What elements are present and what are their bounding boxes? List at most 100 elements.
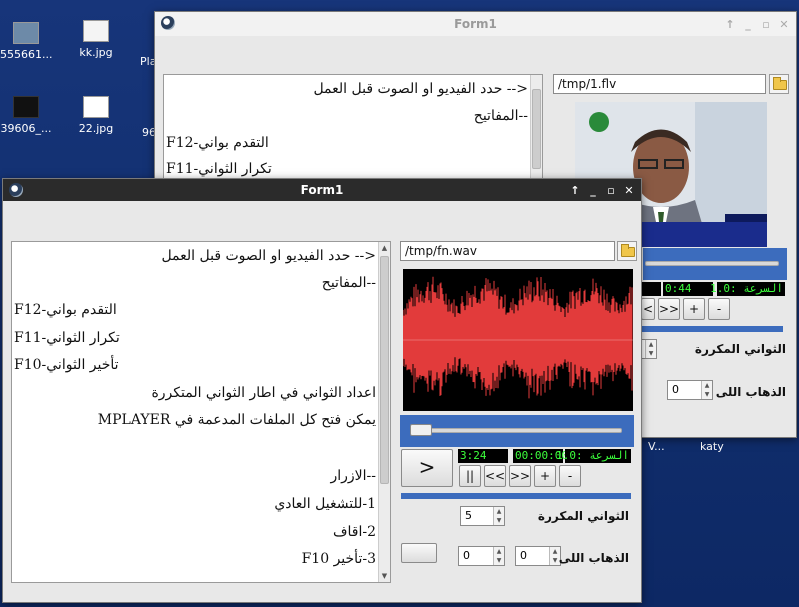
- play-button[interactable]: >: [401, 449, 453, 487]
- separator-bar: [401, 493, 631, 499]
- speed-display: السرعة :1.0: [556, 449, 631, 463]
- open-folder-button[interactable]: [617, 241, 637, 261]
- help-line: تأخير الثواني-F10: [14, 357, 119, 373]
- speed-plus-button[interactable]: +: [683, 298, 705, 320]
- folder-icon: [621, 244, 635, 257]
- close-icon[interactable]: ✕: [778, 18, 790, 31]
- vertical-scrollbar[interactable]: ▲ ▼: [378, 242, 390, 582]
- help-line: اعداد الثواني في اطار الثواني المتكررة: [151, 385, 376, 401]
- seek-slider-handle[interactable]: [410, 424, 432, 436]
- vertical-scrollbar[interactable]: [530, 75, 542, 183]
- goto-value: 0: [672, 383, 679, 396]
- move-up-icon[interactable]: ↑: [724, 18, 736, 31]
- goto-button[interactable]: [401, 543, 437, 563]
- open-folder-button[interactable]: [769, 74, 789, 94]
- scrollbar-thumb[interactable]: [532, 89, 541, 169]
- folder-icon: [773, 77, 787, 90]
- rewind-button[interactable]: <<: [484, 465, 506, 487]
- image-thumbnail-icon: [13, 22, 39, 44]
- rewind-button-partial[interactable]: <: [641, 298, 655, 320]
- desktop-icon-label: 22.jpg: [78, 122, 114, 135]
- help-line: <-- حدد الفيديو او الصوت قبل العمل: [313, 81, 528, 97]
- desktop-label-v[interactable]: V...: [648, 440, 665, 453]
- help-line: <-- حدد الفيديو او الصوت قبل العمل: [161, 248, 376, 264]
- separator-bar: [641, 326, 783, 332]
- title-bar[interactable]: Form1 ↑ _ ▫ ✕: [155, 12, 796, 36]
- spinner-arrows-icon[interactable]: ▲ ▼: [645, 340, 656, 358]
- desktop-icon-label: kk.jpg: [79, 46, 113, 59]
- repeat-seconds-label: الثواني المكررة: [537, 509, 629, 523]
- desktop-icon-22[interactable]: 22.jpg: [64, 96, 128, 135]
- help-line: --الازرار: [330, 468, 376, 484]
- fast-forward-button[interactable]: >>: [658, 298, 680, 320]
- speed-minus-button[interactable]: -: [708, 298, 730, 320]
- app-icon: [161, 16, 175, 30]
- minimize-icon[interactable]: _: [742, 18, 754, 31]
- help-line: 1-للتشغيل العادي: [274, 496, 376, 512]
- desktop-icon-kk[interactable]: kk.jpg: [64, 20, 128, 59]
- help-line: 2-اقاف: [332, 524, 376, 540]
- seek-slider-track[interactable]: [410, 428, 622, 433]
- repeat-seconds-spinner-partial[interactable]: ▲ ▼: [641, 339, 657, 359]
- goto-label: الذهاب اللى: [715, 385, 786, 399]
- window-title: Form1: [300, 183, 344, 197]
- file-path-field[interactable]: /tmp/1.flv: [553, 74, 766, 94]
- move-up-icon[interactable]: ↑: [569, 184, 581, 197]
- duration-display: 3:24: [458, 449, 508, 463]
- app-icon: [9, 183, 23, 197]
- fast-forward-button[interactable]: >>: [509, 465, 531, 487]
- window-controls: ↑ _ ▫ ✕: [569, 179, 635, 201]
- close-icon[interactable]: ✕: [623, 184, 635, 197]
- help-line: 3-تأخير F10: [301, 551, 376, 567]
- help-line: يمكن فتح كل الملفات المدعمة في MPLAYER: [97, 412, 376, 428]
- help-line: التقدم بواني-F12: [14, 302, 117, 318]
- spinner-arrows-icon[interactable]: ▲ ▼: [493, 547, 504, 565]
- scroll-up-icon[interactable]: ▲: [379, 242, 390, 254]
- speed-minus-button[interactable]: -: [559, 465, 581, 487]
- desktop-icon-image-1[interactable]: 555661...: [0, 22, 52, 61]
- goto-spinner[interactable]: 0 ▲ ▼: [667, 380, 713, 400]
- goto-minutes-spinner[interactable]: 0 ▲ ▼: [458, 546, 505, 566]
- scroll-down-icon[interactable]: ▼: [379, 570, 390, 582]
- window-controls: ↑ _ ▫ ✕: [724, 12, 790, 36]
- help-line: --المفاتيح: [473, 108, 528, 124]
- repeat-seconds-value: 5: [465, 509, 472, 522]
- image-thumbnail-icon: [83, 20, 109, 42]
- help-line: التقدم بواني-F12: [166, 135, 269, 151]
- seek-area: [643, 248, 787, 280]
- repeat-seconds-spinner[interactable]: 5 ▲ ▼: [460, 506, 505, 526]
- title-bar[interactable]: Form1 ↑ _ ▫ ✕: [3, 179, 641, 201]
- spinner-arrows-icon[interactable]: ▲ ▼: [493, 507, 504, 525]
- waveform-trace: [403, 276, 633, 399]
- image-thumbnail-icon: [83, 96, 109, 118]
- image-thumbnail-icon: [13, 96, 39, 118]
- help-textarea[interactable]: <-- حدد الفيديو او الصوت قبل العمل --الم…: [11, 241, 391, 583]
- front-window: Form1 ↑ _ ▫ ✕ <-- حدد الفيديو او الصوت ق…: [2, 178, 642, 603]
- spinner-arrows-icon[interactable]: ▲ ▼: [701, 381, 712, 399]
- maximize-icon[interactable]: ▫: [605, 184, 617, 197]
- desktop-label-katy[interactable]: katy: [700, 440, 724, 453]
- duration-display-partial: [641, 282, 661, 296]
- maximize-icon[interactable]: ▫: [760, 18, 772, 31]
- help-line: --المفاتيح: [321, 275, 376, 291]
- desktop-icon-image-2[interactable]: 39606_...: [0, 96, 52, 135]
- file-path-field[interactable]: /tmp/fn.wav: [400, 241, 615, 261]
- waveform-display: [403, 269, 633, 411]
- window-title: Form1: [454, 17, 497, 31]
- scrollbar-thumb[interactable]: [380, 256, 389, 484]
- help-textarea[interactable]: <-- حدد الفيديو او الصوت قبل العمل --الم…: [163, 74, 543, 184]
- seek-slider-track[interactable]: [645, 261, 779, 266]
- repeat-seconds-label: الثواني المكررة: [694, 342, 786, 356]
- help-line: تكرار الثواني-F11: [166, 161, 272, 177]
- pause-button[interactable]: ||: [459, 465, 481, 487]
- help-line: تكرار الثواني-F11: [14, 330, 120, 346]
- seek-area: [400, 415, 634, 447]
- desktop-icon-label: 39606_...: [0, 122, 52, 135]
- goto-label: الذهاب اللى: [558, 551, 629, 565]
- speed-plus-button[interactable]: +: [534, 465, 556, 487]
- goto-seconds-spinner[interactable]: 0 ▲ ▼: [515, 546, 561, 566]
- minimize-icon[interactable]: _: [587, 184, 599, 197]
- goto-minutes-value: 0: [463, 549, 470, 562]
- speed-display: السرعة :1.0: [710, 282, 785, 296]
- goto-seconds-value: 0: [520, 549, 527, 562]
